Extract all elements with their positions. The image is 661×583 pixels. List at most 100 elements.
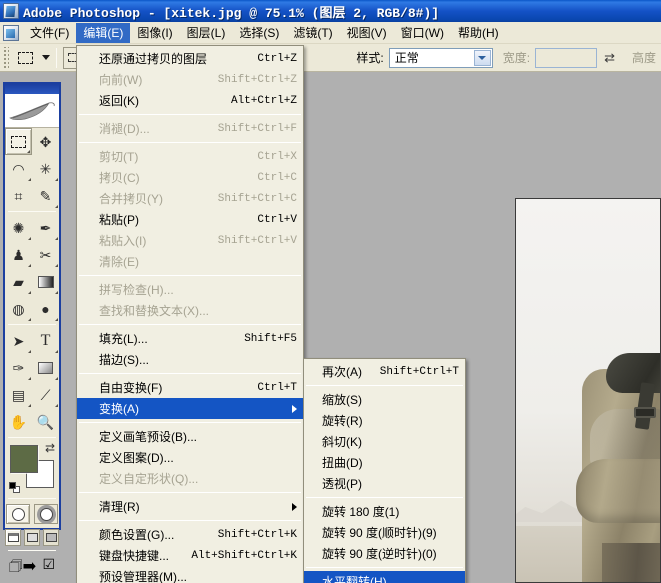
menu-item[interactable]: 返回(K) Alt+Ctrl+Z <box>77 90 303 111</box>
menu-edit[interactable]: 编辑(E) <box>76 22 131 43</box>
menu-item: 拷贝(C) Ctrl+C <box>77 167 303 188</box>
full-screen-mode-button[interactable] <box>43 529 59 546</box>
color-swatches[interactable]: ⇄ <box>9 440 59 496</box>
menu-item-shortcut: Shift+Ctrl+Z <box>217 73 297 86</box>
menu-file[interactable]: 文件(F) <box>23 23 76 43</box>
standard-mask-mode-button[interactable] <box>6 504 30 524</box>
tool-shape[interactable] <box>32 354 59 381</box>
transform-submenu[interactable]: 再次(A) Shift+Ctrl+T 缩放(S) 旋转(R) 斜切(K) 扭曲(D) 透视(… <box>303 358 466 583</box>
tool-blur[interactable]: ◍ <box>5 295 32 322</box>
quick-mask-mode-button[interactable] <box>34 504 58 524</box>
menu-item-shortcut: Shift+Ctrl+V <box>217 234 297 247</box>
menu-item[interactable]: 旋转 90 度(逆时针)(0) <box>304 543 465 564</box>
menu-item-label: 定义图案(D)... <box>99 451 174 465</box>
tool-healing-brush[interactable]: ✺ <box>5 214 32 241</box>
menu-item[interactable]: 旋转 180 度(1) <box>304 501 465 522</box>
menu-item-label: 清理(R) <box>99 500 140 514</box>
menu-item-label: 旋转(R) <box>322 414 363 428</box>
menu-item[interactable]: 再次(A) Shift+Ctrl+T <box>304 361 465 382</box>
menu-item[interactable]: 描边(S)... <box>77 349 303 370</box>
chevron-down-icon[interactable] <box>473 49 491 66</box>
tool-hand[interactable]: ✋ <box>5 408 32 435</box>
menu-item[interactable]: 扭曲(D) <box>304 452 465 473</box>
menu-item-label: 键盘快捷键... <box>99 549 170 563</box>
menu-layer[interactable]: 图层(L) <box>180 23 233 43</box>
document-window[interactable] <box>515 198 661 583</box>
tool-path-selection[interactable]: ➤ <box>5 327 32 354</box>
tool-notes[interactable]: ▤ <box>5 381 32 408</box>
menu-item[interactable]: 旋转(R) <box>304 410 465 431</box>
feather-icon <box>9 101 55 120</box>
swap-arrows-icon[interactable]: ⇄ <box>604 50 615 66</box>
menu-bar: 文件(F) 编辑(E) 图像(I) 图层(L) 选择(S) 滤镜(T) 视图(V… <box>0 22 661 44</box>
menu-window[interactable]: 窗口(W) <box>394 23 451 43</box>
toolbox-divider-5 <box>8 550 56 551</box>
tool-slice[interactable]: ✎ <box>32 182 59 209</box>
width-input[interactable] <box>535 47 598 68</box>
tool-zoom[interactable]: 🔍 <box>32 408 59 435</box>
swap-colors-icon[interactable]: ⇄ <box>45 441 55 455</box>
jump-to-check-icon[interactable]: ☑ <box>43 556 56 581</box>
menu-item[interactable]: 旋转 90 度(顺时针)(9) <box>304 522 465 543</box>
tool-clone-stamp[interactable]: ♟ <box>5 241 32 268</box>
default-colors-icon[interactable] <box>9 482 20 493</box>
tool-magic-wand[interactable]: ✳ <box>32 155 59 182</box>
menu-item[interactable]: 清理(R) <box>77 496 303 517</box>
tool-preset-chevron-down-icon[interactable] <box>42 55 50 60</box>
menu-item[interactable]: 定义图案(D)... <box>77 447 303 468</box>
tool-move[interactable]: ✥ <box>32 128 59 155</box>
menu-filter[interactable]: 滤镜(T) <box>286 23 339 43</box>
tool-gradient[interactable] <box>32 268 59 295</box>
style-label: 样式: <box>356 51 384 65</box>
menu-item[interactable]: 变换(A) <box>77 398 303 419</box>
menu-item-label: 拼写检查(H)... <box>99 283 174 297</box>
options-bar-grip[interactable] <box>2 46 9 69</box>
document-control-icon[interactable] <box>3 24 19 41</box>
menu-item[interactable]: 键盘快捷键... Alt+Shift+Ctrl+K <box>77 545 303 566</box>
jump-to-imageready-icon[interactable]: 🗇➡ <box>9 556 37 581</box>
style-select[interactable]: 正常 <box>388 47 493 68</box>
menu-select[interactable]: 选择(S) <box>232 23 286 43</box>
tool-pen[interactable]: ✑ <box>5 354 32 381</box>
menu-image[interactable]: 图像(I) <box>130 23 179 43</box>
menu-item[interactable]: 还原通过拷贝的图层 Ctrl+Z <box>77 48 303 69</box>
toolbox-divider-4 <box>8 498 56 499</box>
toolbox-title-bar[interactable] <box>5 84 59 94</box>
menu-item[interactable]: 透视(P) <box>304 473 465 494</box>
menu-item[interactable]: 水平翻转(H) <box>304 571 465 583</box>
tool-lasso[interactable]: ◠ <box>5 155 32 182</box>
tool-rectangular-marquee[interactable] <box>5 128 32 155</box>
menu-item[interactable]: 粘贴(P) Ctrl+V <box>77 209 303 230</box>
menu-item[interactable]: 自由变换(F) Ctrl+T <box>77 377 303 398</box>
tool-dodge[interactable]: ● <box>32 295 59 322</box>
menu-view[interactable]: 视图(V) <box>340 23 394 43</box>
menu-item[interactable]: 填充(L)... Shift+F5 <box>77 328 303 349</box>
tool-brush[interactable]: ✒ <box>32 214 59 241</box>
mask-mode-group <box>5 501 59 527</box>
menu-item[interactable]: 颜色设置(G)... Shift+Ctrl+K <box>77 524 303 545</box>
menu-separator <box>79 422 301 423</box>
menu-item[interactable]: 定义画笔预设(B)... <box>77 426 303 447</box>
menu-item-label: 定义自定形状(Q)... <box>99 472 199 486</box>
submenu-arrow-icon <box>292 404 297 413</box>
figure-arms <box>576 459 660 523</box>
menu-item[interactable]: 斜切(K) <box>304 431 465 452</box>
submenu-arrow-icon <box>292 502 297 511</box>
standard-screen-mode-button[interactable] <box>5 529 21 546</box>
jump-to-group: 🗇➡ ☑ <box>5 553 59 583</box>
tool-type[interactable]: T <box>32 327 59 354</box>
canvas-image[interactable] <box>516 199 660 582</box>
foreground-color-swatch[interactable] <box>10 445 38 473</box>
rectangular-marquee-icon[interactable] <box>12 46 38 70</box>
menu-help[interactable]: 帮助(H) <box>451 23 506 43</box>
full-screen-with-menubar-button[interactable] <box>24 529 40 546</box>
tool-history-brush[interactable]: ✂ <box>32 241 59 268</box>
tool-eraser[interactable]: ▰ <box>5 268 32 295</box>
edit-dropdown-menu[interactable]: 还原通过拷贝的图层 Ctrl+Z 向前(W) Shift+Ctrl+Z 返回(K) Alt… <box>76 45 304 583</box>
menu-item[interactable]: 缩放(S) <box>304 389 465 410</box>
menu-item[interactable]: 预设管理器(M)... <box>77 566 303 583</box>
menu-item-shortcut: Ctrl+T <box>257 381 297 394</box>
tool-eyedropper[interactable]: ⟋ <box>32 381 59 408</box>
tool-crop[interactable]: ⌗ <box>5 182 32 209</box>
menu-item: 消褪(D)... Shift+Ctrl+F <box>77 118 303 139</box>
